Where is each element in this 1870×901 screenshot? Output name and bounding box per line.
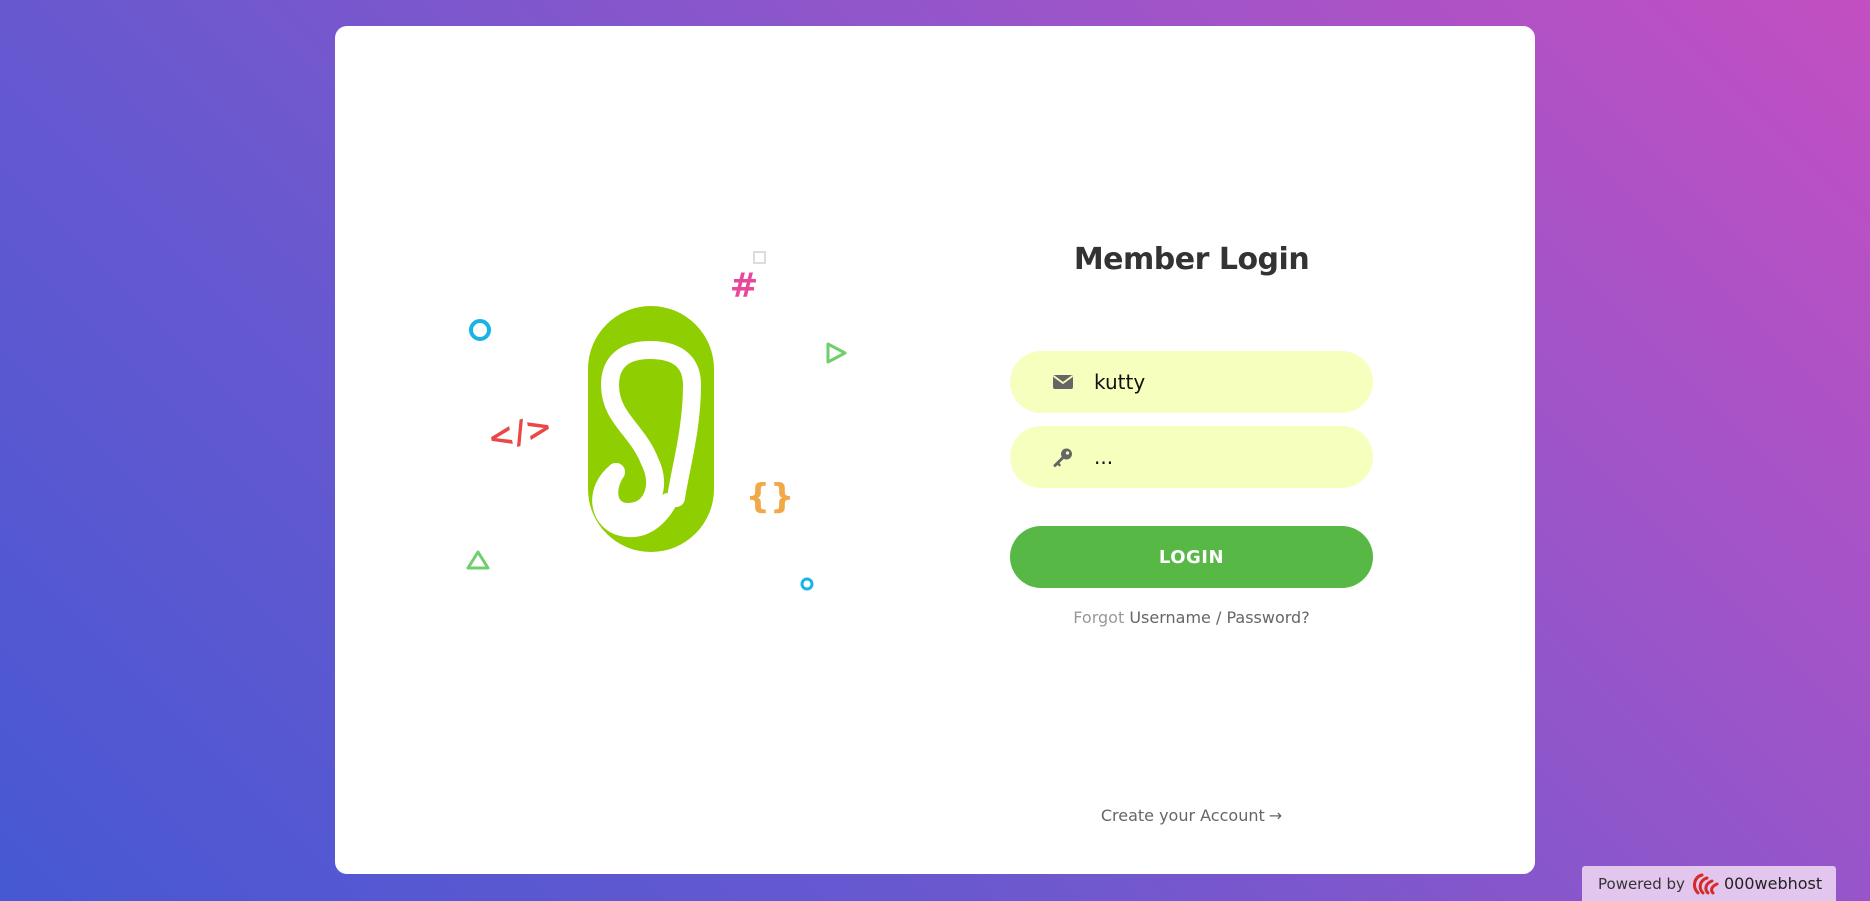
circle-icon (469, 319, 491, 341)
triangle-icon (466, 550, 490, 570)
password-input[interactable] (1094, 426, 1344, 488)
hash-icon: # (730, 266, 759, 306)
forgot-prefix: Forgot (1073, 608, 1125, 627)
username-field[interactable] (1010, 351, 1373, 413)
key-icon (1053, 448, 1072, 467)
login-button[interactable]: LOGIN (1010, 526, 1373, 588)
powered-brand: 000webhost (1724, 874, 1823, 893)
forgot-row: Forgot Username / Password? (1010, 608, 1373, 627)
arrow-right-icon: → (1268, 806, 1283, 825)
create-account-link[interactable]: Create your Account → (1010, 806, 1373, 825)
envelope-icon (1052, 375, 1074, 389)
square-icon (753, 251, 766, 264)
illustration-graphic: # </> {} (466, 251, 847, 591)
code-tag-icon: </> (484, 407, 556, 458)
forgot-link[interactable]: Username / Password? (1129, 608, 1309, 627)
illustration: # </> {} (440, 240, 860, 620)
000webhost-logo-icon (588, 306, 714, 552)
play-triangle-icon (826, 342, 847, 364)
password-field[interactable] (1010, 426, 1373, 488)
login-form: Member Login LOGIN Forgot Username / Pas… (1010, 240, 1373, 627)
curly-braces-icon: {} (746, 477, 794, 517)
small-circle-icon (800, 577, 814, 591)
username-input[interactable] (1094, 351, 1344, 413)
powered-label: Powered by (1598, 875, 1685, 893)
create-account-label: Create your Account (1100, 806, 1265, 825)
page-title: Member Login (1073, 242, 1310, 277)
powered-by-badge[interactable]: Powered by 000webhost (1582, 866, 1836, 901)
000webhost-small-logo-icon (1693, 873, 1719, 895)
